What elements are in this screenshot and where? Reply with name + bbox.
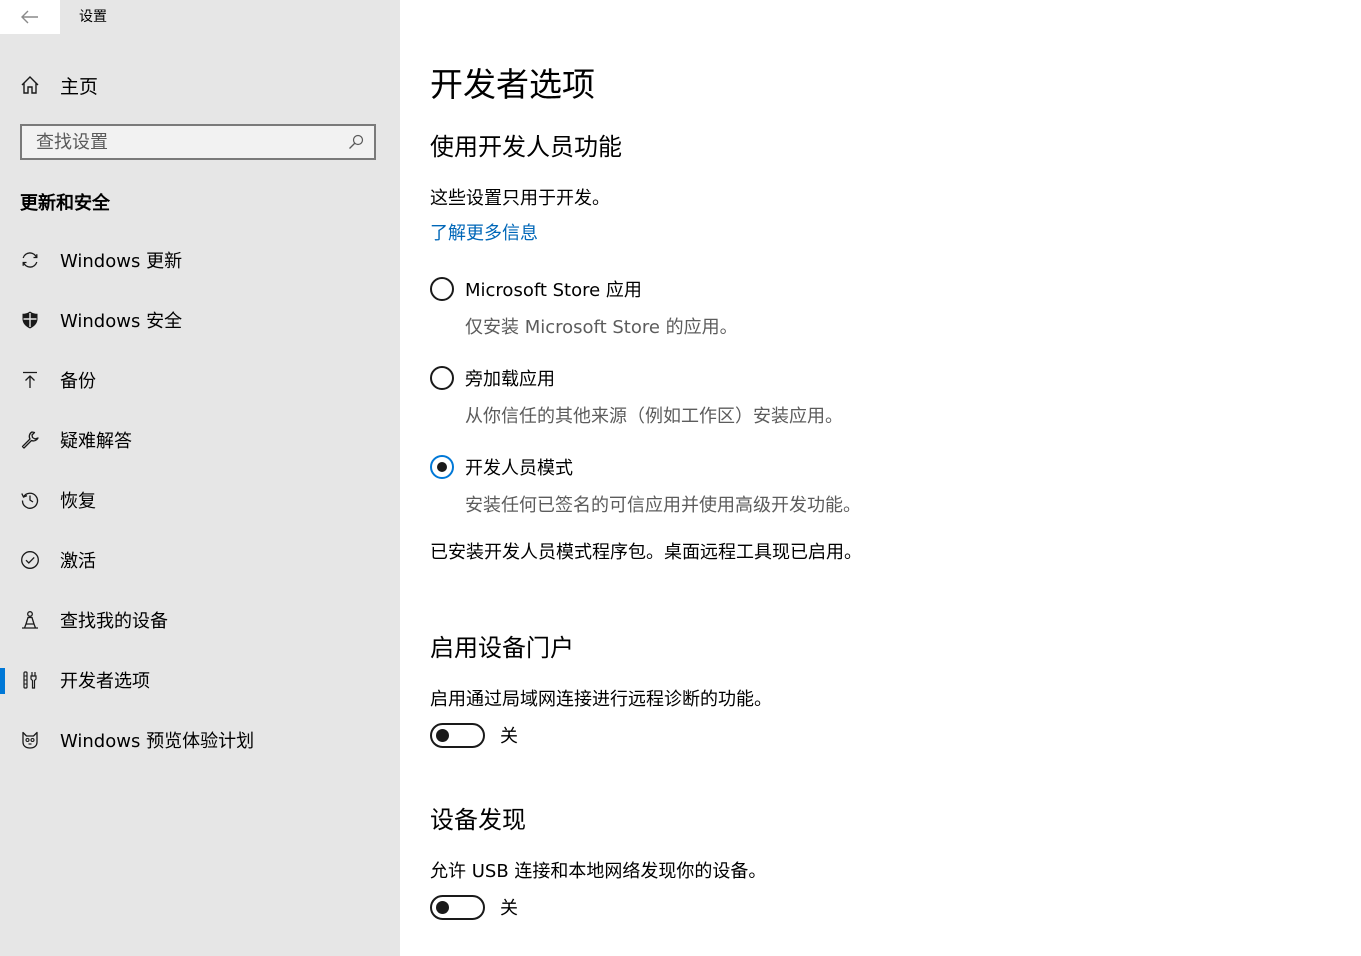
search-box[interactable]	[20, 124, 376, 160]
radio-sideload-apps[interactable]: 旁加载应用	[430, 365, 555, 391]
home-icon	[21, 76, 39, 94]
window-title: 设置	[79, 9, 107, 25]
radio-store-apps[interactable]: Microsoft Store 应用	[430, 276, 642, 302]
sidebar-item-label: Windows 安全	[60, 311, 183, 332]
back-button[interactable]	[0, 0, 60, 34]
device-portal-toggle[interactable]	[430, 722, 485, 748]
radio-button[interactable]	[430, 277, 454, 301]
insider-cat-icon	[20, 730, 40, 750]
check-circle-icon	[20, 550, 40, 570]
device-portal-heading: 启用设备门户	[430, 634, 574, 662]
device-discovery-toggle[interactable]	[430, 894, 485, 920]
sidebar: 设置 主页 更新和安全 Windows 更新	[0, 0, 400, 956]
page-title: 开发者选项	[430, 65, 595, 104]
nav-home[interactable]: 主页	[20, 70, 98, 100]
sidebar-item-label: 疑难解答	[60, 431, 132, 452]
sidebar-item-label: 备份	[60, 371, 96, 392]
dev-mode-status: 已安装开发人员模式程序包。桌面远程工具现已启用。	[430, 542, 862, 563]
device-discovery-heading: 设备发现	[430, 806, 526, 834]
radio-description: 安装任何已签名的可信应用并使用高级开发功能。	[465, 495, 861, 516]
toggle-state-label: 关	[500, 898, 518, 919]
nav-home-label: 主页	[60, 75, 99, 98]
sidebar-item-recovery[interactable]: 恢复	[0, 470, 400, 530]
sidebar-item-backup[interactable]: 备份	[0, 350, 400, 410]
toggle-knob	[436, 728, 449, 742]
refresh-icon	[20, 250, 40, 270]
section-header: 更新和安全	[20, 193, 110, 214]
device-portal-description: 启用通过局域网连接进行远程诊断的功能。	[430, 689, 772, 710]
toggle-knob	[436, 900, 449, 914]
radio-button[interactable]	[430, 455, 454, 479]
sidebar-item-label: 开发者选项	[60, 671, 150, 692]
radio-label: Microsoft Store 应用	[465, 280, 642, 301]
device-discovery-toggle-row[interactable]: 关	[430, 894, 518, 920]
active-indicator	[0, 668, 5, 694]
sidebar-item-troubleshoot[interactable]: 疑难解答	[0, 410, 400, 470]
search-icon[interactable]	[348, 134, 364, 150]
upload-arrow-icon	[20, 370, 40, 390]
sidebar-item-label: Windows 预览体验计划	[60, 731, 255, 752]
dev-features-heading: 使用开发人员功能	[430, 133, 622, 161]
toggle-state-label: 关	[500, 726, 518, 747]
history-icon	[20, 490, 40, 510]
radio-description: 仅安装 Microsoft Store 的应用。	[465, 317, 738, 338]
wrench-icon	[20, 430, 40, 450]
sidebar-item-windows-security[interactable]: Windows 安全	[0, 290, 400, 350]
device-discovery-description: 允许 USB 连接和本地网络发现你的设备。	[430, 861, 767, 882]
sidebar-item-label: 激活	[60, 551, 96, 572]
shield-icon	[20, 310, 40, 330]
person-locate-icon	[20, 610, 40, 630]
radio-button[interactable]	[430, 366, 454, 390]
radio-label: 开发人员模式	[465, 458, 573, 479]
sidebar-item-label: Windows 更新	[60, 251, 183, 272]
sidebar-item-label: 查找我的设备	[60, 611, 168, 632]
back-arrow-icon	[21, 10, 38, 24]
sidebar-nav: Windows 更新 Windows 安全 备份 疑难解答 恢复 激活 查找我的…	[0, 230, 400, 770]
radio-label: 旁加载应用	[465, 369, 555, 390]
radio-description: 从你信任的其他来源（例如工作区）安装应用。	[465, 406, 843, 427]
sidebar-item-find-my-device[interactable]: 查找我的设备	[0, 590, 400, 650]
device-portal-toggle-row[interactable]: 关	[430, 722, 518, 748]
sidebar-item-developer-options[interactable]: 开发者选项	[0, 650, 400, 710]
dev-features-intro: 这些设置只用于开发。	[430, 188, 610, 209]
sidebar-item-label: 恢复	[60, 491, 96, 512]
search-input[interactable]	[22, 130, 338, 154]
sidebar-item-windows-insider[interactable]: Windows 预览体验计划	[0, 710, 400, 770]
radio-developer-mode[interactable]: 开发人员模式	[430, 454, 573, 480]
sidebar-item-activation[interactable]: 激活	[0, 530, 400, 590]
sidebar-item-windows-update[interactable]: Windows 更新	[0, 230, 400, 290]
learn-more-link[interactable]: 了解更多信息	[430, 219, 538, 245]
developer-tools-icon	[20, 670, 40, 690]
